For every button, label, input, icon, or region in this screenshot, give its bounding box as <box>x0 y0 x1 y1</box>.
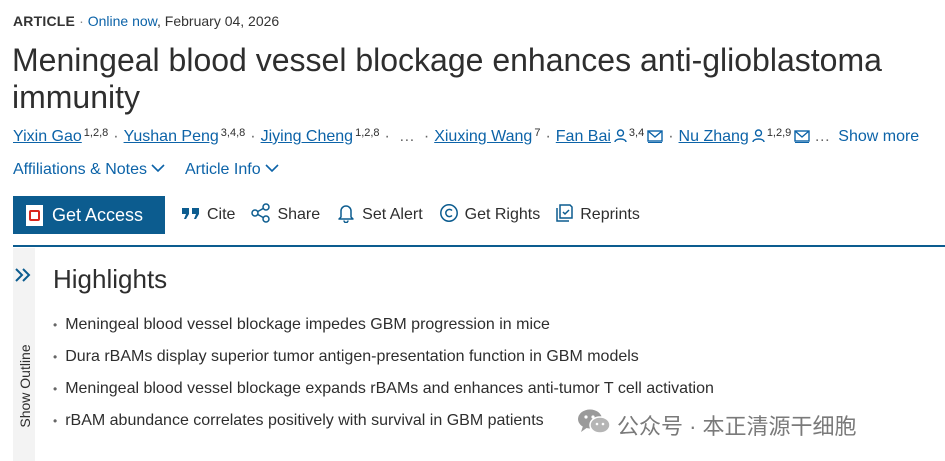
author-link[interactable]: Xiuxing Wang <box>434 128 532 145</box>
watermark-text: 公众号 · 本正清源干细胞 <box>617 414 857 439</box>
bullet: • <box>53 318 58 332</box>
show-more-link[interactable]: Show more <box>838 128 919 145</box>
article-toolbar: Get Access Cite Share Set Alert Get Righ… <box>13 196 640 234</box>
affiliations-notes-toggle[interactable]: Affiliations & Notes <box>13 161 165 178</box>
article-title: Meningeal blood vessel blockage enhances… <box>12 42 882 115</box>
author-list: Yixin Gao 1,2,8 · Yushan Peng 3,4,8 · Jiying C… <box>13 127 919 148</box>
set-alert-button[interactable]: Set Alert <box>336 203 423 228</box>
author-link[interactable]: Nu Zhang <box>679 128 749 145</box>
chevron-down-icon <box>151 160 165 178</box>
double-chevron-right-icon[interactable] <box>14 267 32 288</box>
envelope-icon[interactable] <box>794 129 810 148</box>
author-affiliation-sup: 3,4 <box>628 127 645 139</box>
get-rights-label: Get Rights <box>464 206 541 223</box>
watermark: 公众号 · 本正清源干细胞 <box>577 408 857 442</box>
meta-separator: · <box>79 13 84 29</box>
get-access-button[interactable]: Get Access <box>13 196 165 234</box>
envelope-icon[interactable] <box>647 129 663 148</box>
bullet: • <box>53 414 58 428</box>
reprints-label: Reprints <box>580 206 640 223</box>
reprint-icon <box>556 203 580 228</box>
author-separator: · <box>668 128 674 145</box>
author-affiliation-sup: 3,4,8 <box>220 127 246 139</box>
outline-sidebar[interactable]: Show Outline <box>13 248 35 461</box>
highlight-text: Meningeal blood vessel blockage expands … <box>65 380 714 397</box>
get-access-label: Get Access <box>52 204 144 225</box>
author-link[interactable]: Fan Bai <box>556 128 611 145</box>
author-ellipsis: … <box>398 128 415 145</box>
list-item: • Dura rBAMs display superior tumor antig… <box>53 348 714 380</box>
show-outline-label[interactable]: Show Outline <box>17 336 33 436</box>
person-icon <box>614 129 627 148</box>
author-separator: · <box>250 128 256 145</box>
bullet: • <box>53 350 58 364</box>
article-info-toggle[interactable]: Article Info <box>185 161 279 178</box>
bullet: • <box>53 382 58 396</box>
highlight-text: rBAM abundance correlates positively wit… <box>65 412 544 429</box>
author-affiliation-sup: 7 <box>534 127 541 139</box>
highlights-heading: Highlights <box>53 264 168 294</box>
author-link[interactable]: Jiying Cheng <box>261 128 354 145</box>
author-affiliation-sup: 1,2,8 <box>83 127 109 139</box>
author-affiliation-sup: 1,2,9 <box>766 127 792 139</box>
online-status: Online now <box>87 13 158 29</box>
get-rights-button[interactable]: Get Rights <box>439 203 541 228</box>
author-ellipsis: … <box>814 128 831 145</box>
share-icon <box>251 202 277 228</box>
set-alert-label: Set Alert <box>362 206 423 223</box>
publish-date: , February 04, 2026 <box>157 13 280 29</box>
chevron-down-icon <box>265 160 279 178</box>
author-affiliation-sup: 1,2,8 <box>355 127 380 139</box>
author-separator: · <box>384 128 390 145</box>
highlight-text: Meningeal blood vessel blockage impedes … <box>65 316 550 333</box>
article-info-label: Article Info <box>185 161 261 178</box>
cite-button[interactable]: Cite <box>181 206 235 225</box>
bell-icon <box>336 203 362 228</box>
person-icon <box>752 129 765 148</box>
article-type: ARTICLE <box>13 13 76 29</box>
copyright-icon <box>439 203 465 228</box>
toolbar-divider <box>13 245 945 247</box>
cite-label: Cite <box>207 206 236 223</box>
pdf-icon <box>26 204 43 226</box>
author-separator: · <box>113 128 119 145</box>
list-item: • Meningeal blood vessel blockage impedes… <box>53 316 714 348</box>
article-links: Affiliations & Notes Article Info <box>13 160 299 179</box>
article-meta: ARTICLE · Online now, February 04, 2026 <box>13 13 279 29</box>
share-button[interactable]: Share <box>251 202 321 228</box>
author-separator: · <box>423 128 430 145</box>
reprints-button[interactable]: Reprints <box>556 203 640 228</box>
wechat-icon <box>577 408 617 442</box>
highlight-text: Dura rBAMs display superior tumor antige… <box>65 348 639 365</box>
author-separator: · <box>545 128 551 145</box>
author-link[interactable]: Yushan Peng <box>124 128 219 145</box>
quote-icon <box>181 206 207 225</box>
author-link[interactable]: Yixin Gao <box>13 128 82 145</box>
share-label: Share <box>277 206 321 223</box>
affiliations-label: Affiliations & Notes <box>13 161 147 178</box>
